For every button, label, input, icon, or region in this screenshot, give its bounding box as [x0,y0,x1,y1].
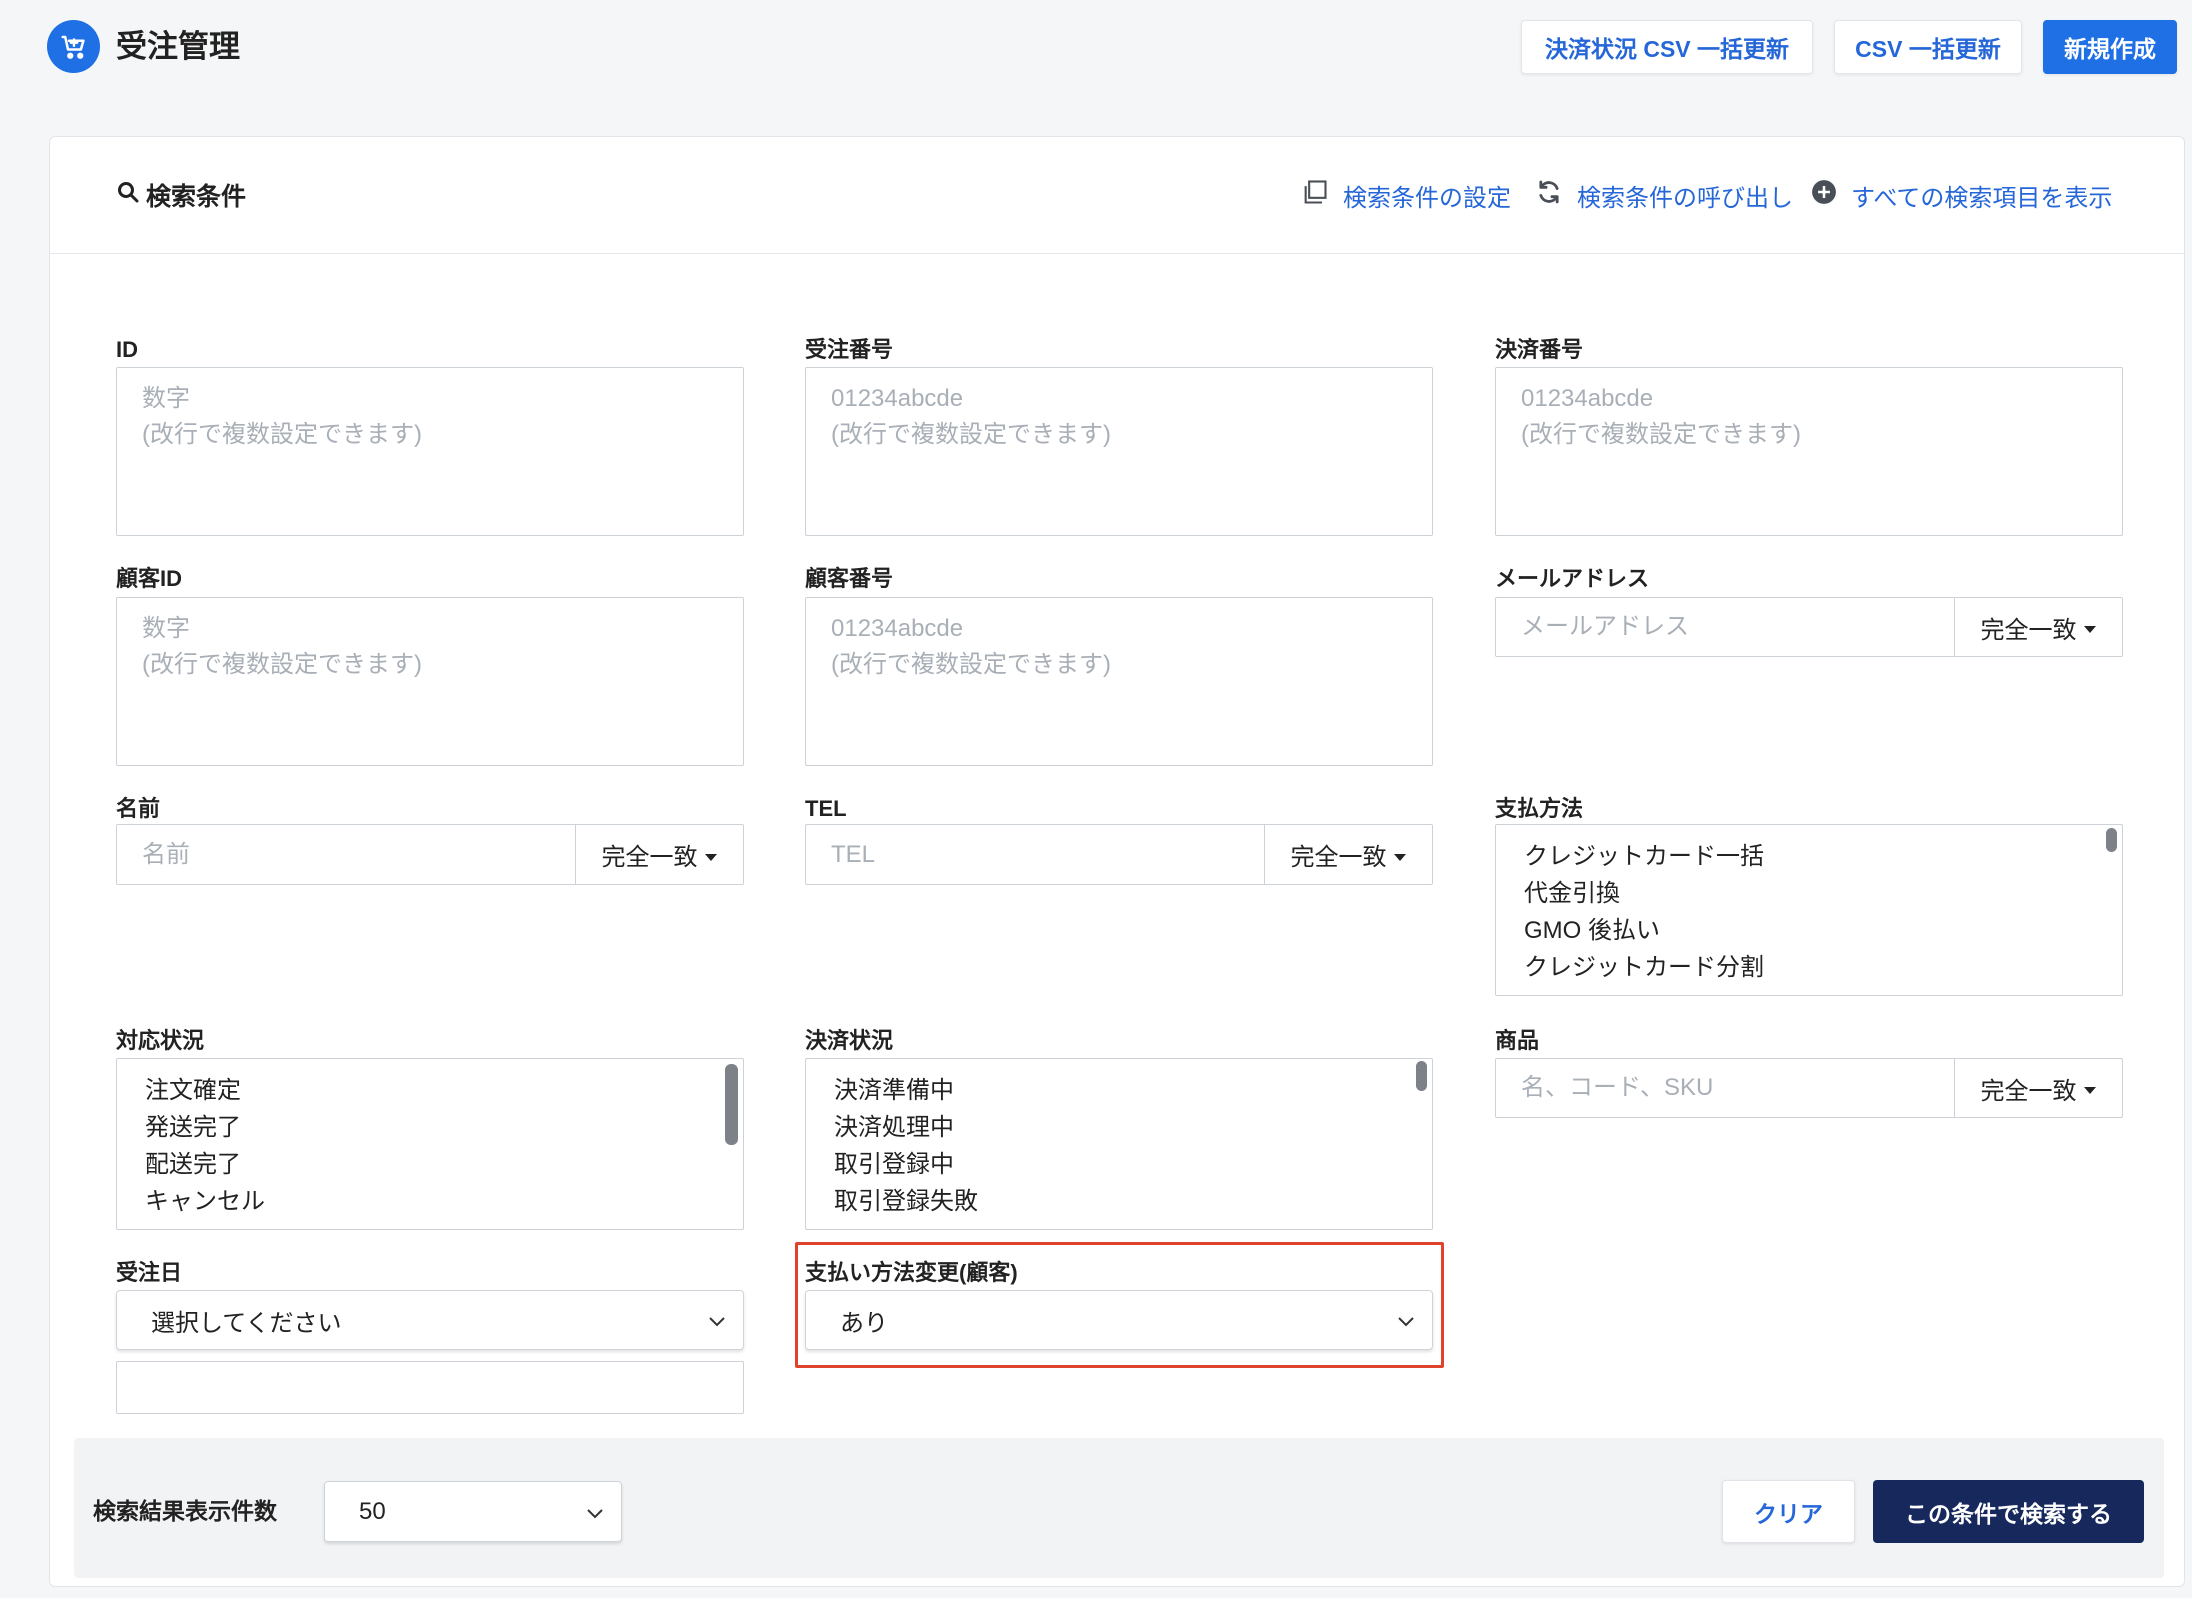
order-number-field[interactable] [805,367,1433,536]
product-field[interactable] [1496,1059,1954,1117]
list-item[interactable]: GMO 後払い [1496,912,2122,949]
search-recall-link[interactable]: 検索条件の呼び出し [1535,177,1793,213]
order-date-label: 受注日 [116,1260,183,1285]
product-label: 商品 [1495,1028,1540,1053]
copy-icon [1301,178,1329,213]
scrollbar-thumb[interactable] [2106,828,2117,852]
search-card: 検索条件 検索条件の設定 検索条件の呼び出し すべての検索項目を表示 ID 受注… [49,136,2185,1587]
status-listbox[interactable]: 注文確定 発送完了 配送完了 キャンセル [116,1058,744,1230]
chevron-down-icon [708,1306,726,1334]
per-page-value: 50 [359,1497,386,1525]
csv-bulk-update-button[interactable]: CSV 一括更新 [1834,20,2022,74]
search-conditions-title: 検索条件 [146,183,247,211]
tel-field[interactable] [806,825,1264,884]
payment-status-listbox[interactable]: 決済準備中 決済処理中 取引登録中 取引登録失敗 [805,1058,1433,1230]
per-page-label: 検索結果表示件数 [93,1498,277,1524]
tel-match-label: 完全一致 [1290,844,1387,871]
show-all-fields-link[interactable]: すべての検索項目を表示 [1811,177,2112,213]
search-icon [116,180,140,211]
per-page-select[interactable]: 50 [324,1481,622,1542]
plus-circle-icon [1811,179,1837,212]
email-match-dropdown[interactable]: 完全一致 [1954,598,2122,656]
search-settings-link[interactable]: 検索条件の設定 [1301,177,1511,213]
order-date-value: 選択してください [151,1309,342,1337]
search-recall-label: 検索条件の呼び出し [1577,184,1793,212]
product-match-label: 完全一致 [1980,1077,2077,1105]
csv-payment-status-update-button[interactable]: 決済状況 CSV 一括更新 [1521,20,1813,74]
name-match-dropdown[interactable]: 完全一致 [575,825,743,884]
show-all-fields-label: すべての検索項目を表示 [1851,184,2113,212]
product-match-dropdown[interactable]: 完全一致 [1954,1059,2122,1117]
new-order-button[interactable]: 新規作成 [2043,20,2177,74]
tel-match-dropdown[interactable]: 完全一致 [1264,825,1432,884]
page-title: 受注管理 [116,29,240,64]
id-label: ID [116,337,138,362]
list-item[interactable]: 発送完了 [117,1109,743,1146]
tel-label: TEL [805,796,847,821]
order-date-select[interactable]: 選択してください [116,1290,744,1350]
caret-down-icon [2083,1074,2097,1102]
payment-method-listbox[interactable]: クレジットカード一括 代金引換 GMO 後払い クレジットカード分割 [1495,824,2123,996]
tel-combo: 完全一致 [805,824,1433,885]
payment-number-label: 決済番号 [1495,337,1584,362]
status-label: 対応状況 [116,1028,205,1053]
list-item[interactable]: 取引登録中 [806,1146,1432,1183]
caret-down-icon [2083,613,2097,641]
name-field[interactable] [117,825,575,884]
name-match-label: 完全一致 [601,844,698,871]
chevron-down-icon [586,1498,604,1526]
payment-method-label: 支払方法 [1495,796,1584,821]
list-item[interactable]: 配送完了 [117,1146,743,1183]
chevron-down-icon [1397,1306,1415,1334]
payment-number-field[interactable] [1495,367,2123,536]
list-item[interactable]: クレジットカード分割 [1496,949,2122,986]
header-divider [50,253,2184,254]
payment-change-select[interactable]: あり [805,1290,1433,1350]
id-field[interactable] [116,367,744,536]
name-combo: 完全一致 [116,824,744,885]
caret-down-icon [1393,841,1407,869]
search-settings-label: 検索条件の設定 [1343,184,1511,212]
search-submit-button[interactable]: この条件で検索する [1873,1480,2144,1543]
caret-down-icon [704,841,718,869]
payment-change-label: 支払い方法変更(顧客) [805,1260,1018,1285]
customer-number-label: 顧客番号 [805,566,894,591]
list-item[interactable]: 決済処理中 [806,1109,1432,1146]
scrollbar-thumb[interactable] [725,1064,738,1145]
list-item[interactable]: 注文確定 [117,1072,743,1109]
cart-icon [47,20,100,73]
list-item[interactable]: 代金引換 [1496,875,2122,912]
clear-button[interactable]: クリア [1722,1480,1855,1543]
product-combo: 完全一致 [1495,1058,2123,1118]
refresh-icon [1535,178,1563,213]
search-footer: 検索結果表示件数 50 クリア この条件で検索する [74,1438,2164,1578]
customer-id-label: 顧客ID [116,566,183,591]
email-combo: 完全一致 [1495,597,2123,657]
email-label: メールアドレス [1495,566,1650,591]
payment-change-value: あり [840,1309,888,1337]
customer-id-field[interactable] [116,597,744,766]
customer-number-field[interactable] [805,597,1433,766]
order-number-label: 受注番号 [805,337,894,362]
list-item[interactable]: キャンセル [117,1183,743,1220]
order-date-input[interactable] [116,1361,744,1414]
scrollbar-thumb[interactable] [1416,1061,1427,1091]
email-match-label: 完全一致 [1980,616,2077,644]
search-conditions-heading: 検索条件 [116,179,246,211]
email-field[interactable] [1496,598,1954,656]
list-item[interactable]: クレジットカード一括 [1496,838,2122,875]
name-label: 名前 [116,796,161,821]
list-item[interactable]: 決済準備中 [806,1072,1432,1109]
list-item[interactable]: 取引登録失敗 [806,1183,1432,1220]
payment-status-label: 決済状況 [805,1028,894,1053]
